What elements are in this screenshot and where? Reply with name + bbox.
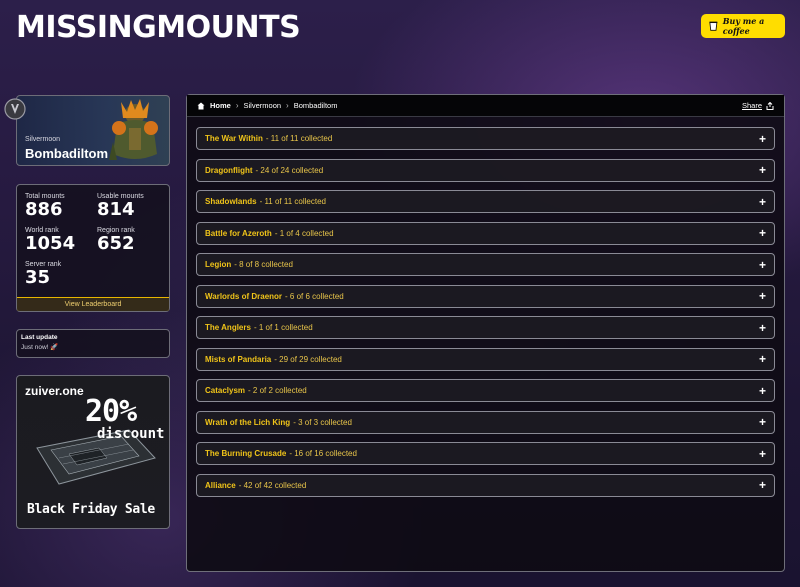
expansion-row[interactable]: The War Within - 11 of 11 collected + (196, 127, 775, 150)
expansion-list: The War Within - 11 of 11 collected + Drag… (187, 117, 784, 497)
share-button[interactable]: Share (742, 101, 774, 110)
expansion-count: - 1 of 1 collected (253, 323, 313, 332)
expansion-count: - 11 of 11 collected (265, 134, 333, 143)
share-icon (766, 101, 774, 110)
last-update-value: Just now! 🚀 (21, 344, 59, 351)
expansion-count: - 29 of 29 collected (274, 354, 342, 364)
view-leaderboard-button[interactable]: View Leaderboard (17, 297, 169, 311)
expand-plus-icon[interactable]: + (759, 353, 766, 365)
ad-sale-text: Black Friday Sale (27, 502, 155, 517)
expand-plus-icon[interactable]: + (759, 322, 766, 334)
ad-percent: 20% (85, 394, 137, 429)
expansion-count: - 42 of 42 collected (238, 480, 307, 490)
share-label: Share (741, 101, 762, 110)
world-rank-stat: World rank 1054 (25, 227, 75, 253)
expansion-count: - 6 of 6 collected (285, 291, 344, 301)
expansion-name: Wrath of the Lich King (205, 417, 291, 427)
coffee-cup-icon (709, 21, 718, 31)
expansion-row[interactable]: The Anglers - 1 of 1 collected + (196, 316, 775, 339)
expansion-row[interactable]: Alliance - 42 of 42 collected + (196, 473, 775, 497)
expansion-count: - 1 of 4 collected (274, 228, 334, 238)
breadcrumb-home[interactable]: Home (210, 101, 231, 110)
expansion-count: - 16 of 16 collected (289, 449, 357, 458)
coffee-label: Buy me a coffee (722, 16, 765, 36)
expansion-name: Legion (205, 260, 232, 269)
expansion-count: - 3 of 3 collected (293, 417, 352, 427)
expansion-row[interactable]: Mists of Pandaria - 29 of 29 collected + (196, 347, 775, 371)
total-mounts-value: 886 (25, 199, 63, 220)
expansion-row[interactable]: Wrath of the Lich King - 3 of 3 collected… (196, 410, 775, 434)
expand-plus-icon[interactable]: + (759, 290, 766, 302)
expand-plus-icon[interactable]: + (759, 416, 766, 428)
home-icon[interactable] (197, 102, 205, 110)
site-logo[interactable]: MISSINGMOUNTS (16, 10, 301, 45)
expansion-name: Alliance (205, 480, 236, 490)
expand-plus-icon[interactable]: + (759, 479, 766, 491)
ad-discount-text: discount (97, 426, 165, 442)
expansion-name: Cataclysm (205, 386, 246, 395)
usable-mounts-value: 814 (97, 199, 135, 220)
breadcrumb: Home › Silvermoon › Bombadiltom (197, 101, 337, 110)
ad-brand: zuiver.one (25, 384, 84, 398)
expansion-name: The War Within (205, 134, 263, 143)
expansion-row[interactable]: The Burning Crusade - 16 of 16 collected + (196, 442, 775, 465)
expansion-row[interactable]: Warlords of Draenor - 6 of 6 collected + (196, 284, 775, 308)
expansions-panel: Home › Silvermoon › Bombadiltom Share Th… (186, 94, 785, 572)
expansion-count: - 8 of 8 collected (234, 260, 293, 269)
expansion-count: - 11 of 11 collected (259, 197, 326, 206)
faction-crest-icon (4, 98, 26, 120)
expansion-row[interactable]: Cataclysm - 2 of 2 collected + (196, 379, 775, 402)
chevron-right-icon: › (235, 101, 239, 110)
server-rank-stat: Server rank 35 (25, 261, 61, 287)
total-mounts-stat: Total mounts 886 (25, 193, 65, 219)
breadcrumb-character: Bombadiltom (293, 101, 338, 110)
breadcrumb-realm[interactable]: Silvermoon (244, 101, 282, 110)
server-rank-value: 35 (25, 267, 51, 288)
expansion-row[interactable]: Battle for Azeroth - 1 of 4 collected + (196, 221, 775, 245)
expansion-name: The Anglers (205, 323, 251, 332)
expansion-count: - 2 of 2 collected (248, 386, 307, 395)
expand-plus-icon[interactable]: + (759, 133, 766, 145)
usable-mounts-stat: Usable mounts 814 (97, 193, 144, 219)
expansion-name: Mists of Pandaria (205, 354, 272, 364)
expand-plus-icon[interactable]: + (759, 385, 766, 397)
region-rank-value: 652 (97, 233, 135, 254)
world-rank-value: 1054 (25, 233, 76, 254)
advertisement-banner[interactable]: zuiver.one 20% discount Black Friday Sal… (16, 375, 170, 529)
expansion-row[interactable]: Shadowlands - 11 of 11 collected + (196, 190, 775, 213)
expansion-name: Warlords of Draenor (205, 291, 283, 301)
expansion-row[interactable]: Legion - 8 of 8 collected + (196, 253, 775, 276)
character-name: Bombadiltom (25, 146, 109, 161)
region-rank-stat: Region rank 652 (97, 227, 135, 253)
expand-plus-icon[interactable]: + (759, 164, 766, 176)
last-update-title: Last update (21, 334, 58, 341)
expand-plus-icon[interactable]: + (759, 196, 766, 208)
expansion-row[interactable]: Dragonflight - 24 of 24 collected + (196, 158, 775, 182)
expansion-name: Shadowlands (205, 197, 257, 206)
stats-card: Total mounts 886 Usable mounts 814 World… (16, 184, 170, 312)
character-portrait (109, 99, 158, 160)
expand-plus-icon[interactable]: + (759, 259, 766, 271)
chevron-right-icon: › (286, 101, 289, 110)
expand-plus-icon[interactable]: + (759, 448, 766, 460)
character-card: Silvermoon Bombadiltom (16, 95, 170, 166)
expansion-name: Battle for Azeroth (205, 228, 272, 238)
character-realm: Silvermoon (25, 136, 61, 143)
expand-plus-icon[interactable]: + (759, 227, 766, 239)
breadcrumb-bar: Home › Silvermoon › Bombadiltom Share (187, 95, 784, 117)
expansion-name: The Burning Crusade (205, 449, 287, 458)
buy-me-a-coffee-button[interactable]: Buy me a coffee (701, 14, 785, 38)
expansion-name: Dragonflight (205, 165, 253, 175)
last-update-card: Last update Just now! 🚀 (16, 329, 170, 358)
expansion-count: - 24 of 24 collected (255, 165, 324, 175)
